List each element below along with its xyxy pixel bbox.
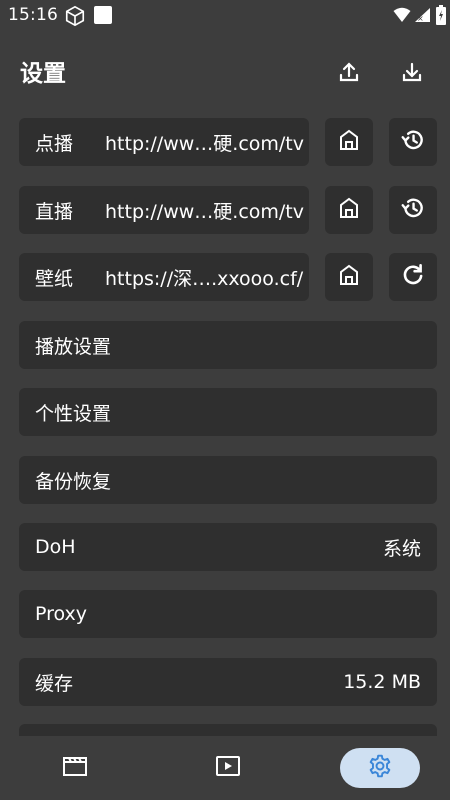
source-row-vod[interactable]: 点播 http://ww…硬.com/tv [19, 118, 309, 166]
source-url: http://ww…硬.com/tv [105, 200, 304, 223]
menu-item-title: Proxy [35, 603, 88, 625]
source-label: 点播 [35, 132, 74, 155]
source-url: https://深….xxooo.cf/ [105, 267, 304, 290]
nav-vod-button[interactable] [35, 748, 115, 788]
source-row-live[interactable]: 直播 http://ww…硬.com/tv [19, 186, 309, 234]
menu-item-title: 播放设置 [35, 335, 112, 358]
source-url: http://ww…硬.com/tv [105, 132, 304, 155]
status-time: 15:16 [8, 5, 58, 25]
signal-icon: × [414, 7, 432, 27]
page-title: 设置 [20, 61, 66, 87]
source-label: 壁纸 [35, 267, 74, 290]
home-icon [337, 128, 361, 156]
download-icon [400, 60, 424, 88]
backup-restore-item[interactable]: 备份恢复 [19, 456, 437, 504]
history-icon [400, 127, 426, 157]
home-icon [337, 196, 361, 224]
bottom-navigation [0, 736, 450, 800]
clapperboard-icon [62, 754, 88, 782]
live-home-button[interactable] [325, 186, 373, 234]
svg-text:×: × [417, 14, 424, 23]
home-icon [337, 263, 361, 291]
nav-settings-button[interactable] [340, 748, 420, 788]
wifi-icon [393, 7, 411, 27]
history-icon [400, 195, 426, 225]
upload-icon [337, 60, 361, 88]
proxy-item[interactable]: Proxy [19, 590, 437, 638]
live-history-button[interactable] [389, 186, 437, 234]
doh-item[interactable]: DoH 系统 [19, 523, 437, 571]
vod-history-button[interactable] [389, 118, 437, 166]
nav-live-button[interactable] [188, 748, 268, 788]
personalize-settings-item[interactable]: 个性设置 [19, 388, 437, 436]
cache-size-value: 15.2 MB [343, 671, 421, 693]
play-icon [215, 754, 241, 782]
battery-icon [436, 5, 446, 29]
source-label: 直播 [35, 200, 74, 223]
menu-item-title: DoH [35, 536, 76, 558]
doh-value: 系统 [382, 537, 421, 560]
vod-home-button[interactable] [325, 118, 373, 166]
notification-square-icon [93, 5, 113, 29]
upload-button[interactable] [333, 58, 365, 90]
menu-item-title: 备份恢复 [35, 470, 112, 493]
cube-icon [64, 5, 86, 31]
refresh-icon [400, 262, 426, 292]
play-settings-item[interactable]: 播放设置 [19, 321, 437, 369]
source-row-wallpaper[interactable]: 壁纸 https://深….xxooo.cf/ [19, 253, 309, 301]
wallpaper-refresh-button[interactable] [389, 253, 437, 301]
menu-item-title: 个性设置 [35, 402, 112, 425]
menu-item-title: 缓存 [35, 672, 74, 695]
gear-icon [367, 753, 393, 783]
status-bar: 15:16 × [0, 0, 450, 30]
cache-item[interactable]: 缓存 15.2 MB [19, 658, 437, 706]
download-button[interactable] [396, 58, 428, 90]
wallpaper-home-button[interactable] [325, 253, 373, 301]
